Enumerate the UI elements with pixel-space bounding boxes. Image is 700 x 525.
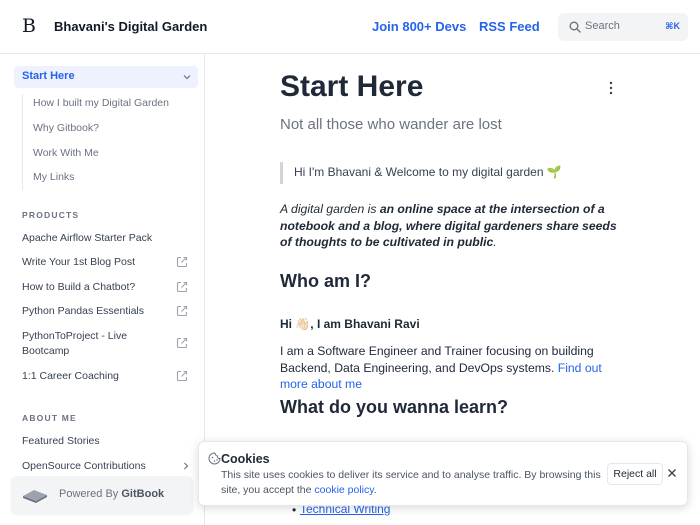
- heading-who-am-i: Who am I?: [280, 271, 371, 291]
- external-link-icon: [176, 337, 188, 349]
- hint-text: Hi I'm Bhavani & Welcome to my digital g…: [294, 165, 562, 179]
- sidebar-item-first-blog[interactable]: Write Your 1st Blog Post: [22, 255, 172, 270]
- sidebar-item-chatbot[interactable]: How to Build a Chatbot?: [22, 280, 172, 295]
- subnav-guide-line: [22, 94, 23, 190]
- intro-paragraph: A digital garden is an online space at t…: [280, 202, 617, 249]
- external-link-icon: [176, 256, 188, 268]
- sidebar-heading-products: PRODUCTS: [22, 210, 80, 220]
- sidebar-item-opensource[interactable]: OpenSource Contributions: [22, 459, 172, 474]
- sidebar-item-featured-stories[interactable]: Featured Stories: [22, 434, 172, 449]
- sidebar-subitem-my-links[interactable]: My Links: [33, 171, 74, 183]
- chevron-right-icon[interactable]: [182, 462, 190, 470]
- page-title: Start Here: [280, 70, 424, 103]
- search-placeholder: Search: [585, 20, 620, 32]
- sidebar-item-airflow[interactable]: Apache Airflow Starter Pack: [22, 231, 172, 246]
- site-logo[interactable]: B: [22, 15, 40, 39]
- gitbook-brand: GitBook: [121, 488, 165, 500]
- search-input[interactable]: Search ⌘K: [558, 13, 688, 41]
- page-subtitle: Not all those who wander are lost: [280, 116, 502, 133]
- sidebar-heading-about: ABOUT ME: [22, 413, 77, 423]
- gitbook-logo-icon: [23, 490, 47, 503]
- cookie-policy-link[interactable]: cookie policy: [314, 484, 373, 496]
- cookie-body: This site uses cookies to deliver its se…: [221, 469, 601, 496]
- external-link-icon: [176, 370, 188, 382]
- chevron-down-icon[interactable]: [183, 73, 191, 81]
- search-shortcut: ⌘K: [665, 21, 680, 31]
- greeting-line: Hi 👋🏻, I am Bhavani Ravi: [280, 317, 420, 331]
- heading-what-learn: What do you wanna learn?: [280, 397, 509, 417]
- sidebar-item-coaching[interactable]: 1:1 Career Coaching: [22, 369, 172, 384]
- top-header: B Bhavani's Digital Garden Join 800+ Dev…: [0, 0, 700, 54]
- sidebar-item-bootcamp[interactable]: PythonToProject - Live Bootcamp: [22, 329, 172, 359]
- welcome-hint: Hi I'm Bhavani & Welcome to my digital g…: [280, 162, 580, 184]
- sidebar-subitem-work-with-me[interactable]: Work With Me: [33, 147, 99, 159]
- external-link-icon: [176, 281, 188, 293]
- sidebar-item-label: Start Here: [22, 70, 75, 82]
- sidebar: Start Here How I built my Digital Garden…: [0, 54, 205, 525]
- powered-by-gitbook[interactable]: Powered By GitBook: [11, 476, 193, 514]
- powered-by-text: Powered By GitBook: [59, 488, 165, 500]
- sidebar-item-pandas[interactable]: Python Pandas Essentials: [22, 304, 172, 319]
- site-title[interactable]: Bhavani's Digital Garden: [54, 19, 207, 34]
- cookie-banner: Cookies This site uses cookies to delive…: [198, 441, 688, 506]
- more-options-icon[interactable]: [608, 81, 614, 95]
- sidebar-subitem-why-gitbook[interactable]: Why Gitbook?: [33, 122, 99, 134]
- cookie-title: Cookies: [221, 452, 270, 466]
- external-link-icon: [176, 305, 188, 317]
- sidebar-item-start-here[interactable]: Start Here: [14, 66, 198, 88]
- sidebar-subitem-how-i-built[interactable]: How I built my Digital Garden: [33, 97, 169, 109]
- about-paragraph: I am a Software Engineer and Trainer foc…: [280, 344, 602, 391]
- search-icon: [569, 21, 581, 33]
- cookie-icon: [208, 452, 221, 465]
- close-icon[interactable]: [667, 468, 677, 478]
- join-devs-link[interactable]: Join 800+ Devs: [372, 19, 466, 34]
- reject-all-button[interactable]: Reject all: [607, 463, 663, 485]
- rss-feed-link[interactable]: RSS Feed: [479, 19, 540, 34]
